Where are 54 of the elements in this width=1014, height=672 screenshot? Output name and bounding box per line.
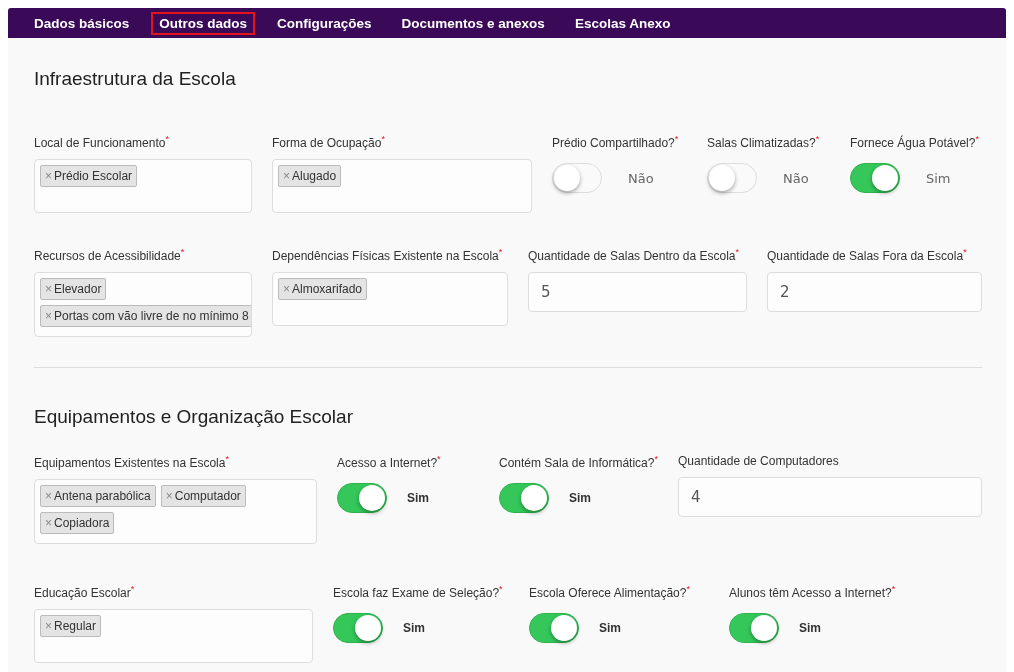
multi-select-field[interactable]: × Alugado	[272, 159, 532, 213]
toggle-state-label: Sim	[926, 170, 951, 186]
field-label: Contém Sala de Informática?$^{*}$	[499, 454, 658, 470]
toggle-switch[interactable]	[499, 483, 549, 513]
tag-label: Copiadora	[54, 516, 110, 530]
number-field[interactable]: 5	[528, 272, 747, 312]
tab[interactable]: Documentos e anexos	[393, 11, 553, 35]
tag-label: Computador	[174, 489, 241, 503]
multi-select-field[interactable]: × Almoxarifado	[272, 272, 508, 326]
field-label: Fornece Água Potável?$^{*}$	[850, 134, 979, 150]
field-label: Local de Funcionamento$^{*}$	[34, 134, 169, 150]
tag-label: Antena parabólica	[54, 489, 151, 503]
tag-label: Portas com vão livre de no mínimo 8	[54, 309, 249, 323]
field-label: Alunos têm Acesso a Internet?$^{*}$	[729, 584, 896, 600]
field-label: Dependências Físicas Existente na Escola$^{*}$	[272, 247, 503, 263]
multi-select-field[interactable]: × Prédio Escolar	[34, 159, 252, 213]
field-label: Quantidade de Computadores	[678, 454, 839, 468]
field-label: Escola faz Exame de Seleção?$^{*}$	[333, 584, 503, 600]
tab[interactable]: Escolas Anexo	[566, 11, 679, 35]
toggle-switch[interactable]	[333, 613, 383, 643]
toggle-switch[interactable]	[729, 613, 779, 643]
toggle-switch[interactable]	[850, 163, 900, 193]
field-label: Recursos de Acessibilidade$^{*}$	[34, 247, 185, 263]
multi-select-field[interactable]: × Regular	[34, 609, 313, 663]
toggle-state-label: Sim	[569, 491, 591, 505]
section-title: Infraestrutura da Escola	[34, 68, 237, 90]
field-label: Acesso a Internet?$^{*}$	[337, 454, 441, 470]
field-label: Educação Escolar$^{*}$	[34, 584, 135, 600]
tag-label: Prédio Escolar	[54, 169, 133, 183]
tab[interactable]: Dados básicos	[26, 11, 138, 35]
field-label: Forma de Ocupação$^{*}$	[272, 134, 385, 150]
toggle-switch[interactable]	[337, 483, 387, 513]
tag-label: Alugado	[292, 169, 337, 183]
toggle-state-label: Sim	[407, 491, 429, 505]
field-label: Equipamentos Existentes na Escola$^{*}$	[34, 454, 229, 470]
number-field[interactable]: 4	[678, 477, 982, 517]
toggle-state-label: Não	[628, 170, 654, 186]
field-label: Quantidade de Salas Dentro da Escola$^{*}$	[528, 247, 739, 263]
field-label: Quantidade de Salas Fora da Escola$^{*}$	[767, 247, 967, 263]
section-title: Equipamentos e Organização Escolar	[34, 406, 354, 428]
tab[interactable]: Configurações	[269, 11, 380, 35]
tab[interactable]: Outros dados	[151, 11, 256, 35]
tag-label: Regular	[54, 619, 97, 633]
tag-label: Almoxarifado	[292, 282, 363, 296]
toggle-state-label: Sim	[599, 621, 621, 635]
toggle-switch[interactable]	[529, 613, 579, 643]
tag-label: Elevador	[54, 282, 102, 296]
number-field[interactable]: 2	[767, 272, 982, 312]
toggle-state-label: Sim	[799, 621, 821, 635]
toggle-state-label: Não	[783, 170, 809, 186]
field-label: Escola Oferece Alimentação?$^{*}$	[529, 584, 690, 600]
field-label: Salas Climatizadas?$^{*}$	[707, 134, 820, 150]
field-label: Prédio Compartilhado?$^{*}$	[552, 134, 679, 150]
toggle-state-label: Sim	[403, 621, 425, 635]
